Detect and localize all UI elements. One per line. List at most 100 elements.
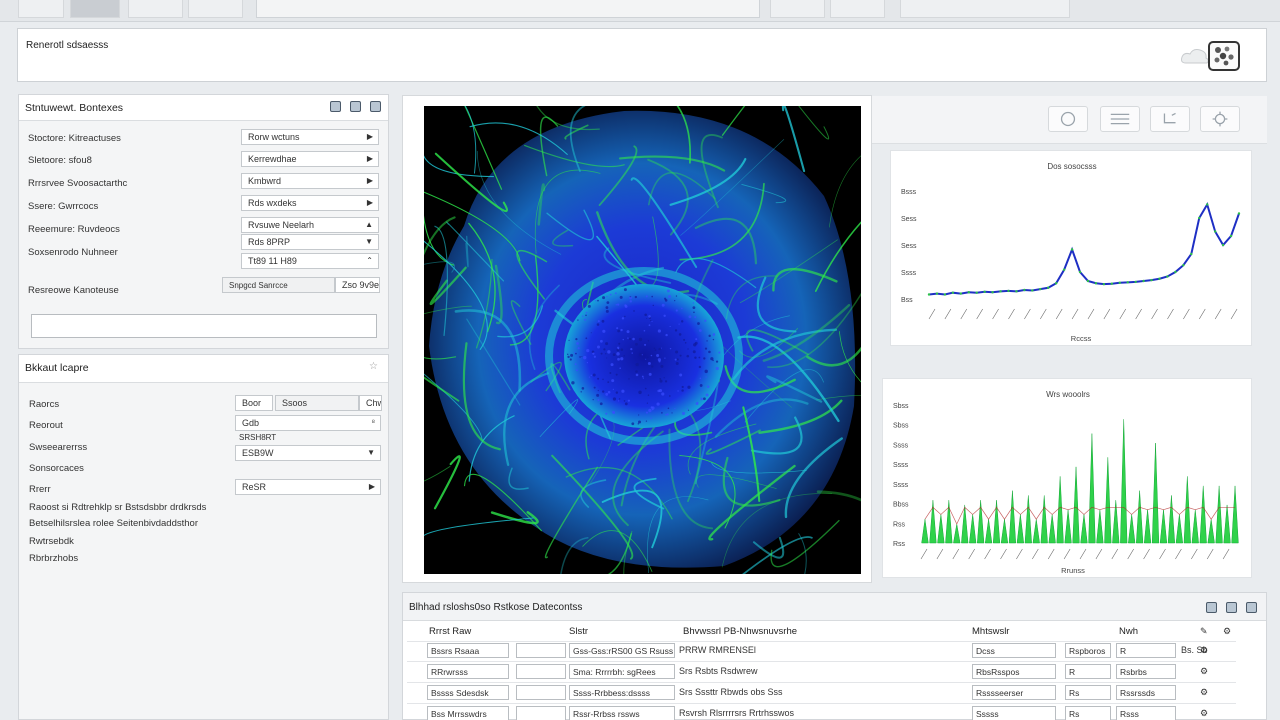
table-cell[interactable] [516, 706, 566, 720]
nucleus-speckle [675, 350, 679, 354]
row-action-icon[interactable]: ⚙ [1200, 666, 1208, 677]
setting-dropdown[interactable]: Rvsuwe Neelarh ▲ [241, 217, 379, 233]
setting-dropdown[interactable]: Kmbwrd ▶ [241, 173, 379, 189]
table-cell[interactable]: Ssss-Rrbbess:dssss [569, 685, 675, 700]
param-dropdown[interactable]: ReSR ▶ [235, 479, 381, 495]
line-point [1190, 252, 1193, 256]
table-cell[interactable]: Dcss [972, 643, 1056, 658]
table-cell[interactable]: Sma: Rrrrrbh: sgRees [569, 664, 675, 679]
toolbar-button-3[interactable] [128, 0, 183, 18]
x-tick-label [1016, 548, 1023, 560]
table-cell[interactable]: Rsbrbs [1116, 664, 1176, 679]
setting-dropdown[interactable]: Rds 8PRP ▼ [241, 234, 379, 250]
toolbar-button-4[interactable] [188, 0, 243, 18]
nucleus-speckle [614, 292, 617, 295]
param-dropdown[interactable]: ESB9W ▼ [235, 445, 381, 461]
table-filter-icon[interactable] [1206, 602, 1217, 613]
panel-window-icon[interactable] [350, 101, 361, 112]
table-cell[interactable]: Bssss Sdesdsk [427, 685, 509, 700]
toolbar-button-1[interactable] [18, 0, 64, 18]
toolbar-button-5[interactable] [770, 0, 825, 18]
notes-input[interactable] [31, 314, 377, 338]
table-cell[interactable] [516, 643, 566, 658]
line-point [1126, 281, 1129, 284]
param-field[interactable]: Boor [235, 395, 273, 411]
table-cell[interactable]: RbsRsspos [972, 664, 1056, 679]
column-header[interactable]: Rrrst Raw [429, 626, 471, 637]
nucleus-speckle [667, 407, 670, 410]
table-cell[interactable]: Rssrssds [1116, 685, 1176, 700]
toolbar-button-7[interactable] [900, 0, 1070, 18]
bar-chart[interactable]: Wrs wooolrsSssstrsbtssSbssSbssSsssSsssSs… [874, 379, 1253, 579]
param-field[interactable]: Gdb ⁸ [235, 415, 381, 431]
table-cell[interactable]: Rsss [1116, 706, 1176, 720]
table-cell[interactable]: Gss-Gss:rRS00 GS Rsuss [569, 643, 675, 658]
column-header[interactable]: Mhtswslr [972, 626, 1009, 637]
dropdown-arrow-icon: ▶ [366, 132, 373, 141]
column-header[interactable]: Bhvwssrl PB-Nhwsnuvsrhe [683, 626, 797, 637]
table-cell[interactable]: RRrwrsss [427, 664, 509, 679]
x-tick-label [1095, 548, 1103, 560]
column-header[interactable]: Slstr [569, 626, 588, 637]
nucleus-speckle [575, 369, 578, 372]
nucleus-speckle [659, 378, 662, 380]
nucleus-speckle [596, 323, 600, 326]
cells-app-icon[interactable] [1208, 41, 1240, 71]
table-cell[interactable]: Rs [1065, 685, 1111, 700]
table-cell[interactable]: Rsssseerser [972, 685, 1056, 700]
toolbar-button-6[interactable] [830, 0, 885, 18]
setting-slider-track[interactable]: Snpgcd Sanrcce [222, 277, 335, 293]
row-action-icon[interactable]: ⚙ [1200, 645, 1208, 656]
toolbar-button-2[interactable] [70, 0, 120, 18]
bar [1000, 519, 1009, 544]
row-action-icon[interactable]: ⚙ [1200, 708, 1208, 719]
settings-icon[interactable] [1200, 106, 1240, 132]
star-icon[interactable]: ☆ [369, 361, 378, 372]
panel-settings-icon[interactable] [370, 101, 381, 112]
param-value: SRSH8RT [239, 433, 277, 442]
nucleus-speckle [647, 356, 649, 358]
setting-label: Reeemure: Ruvdeocs [28, 224, 120, 235]
column-header[interactable]: Nwh [1119, 626, 1138, 637]
table-cell[interactable]: R [1116, 643, 1176, 658]
table-settings-icon[interactable] [1246, 602, 1257, 613]
table-refresh-icon[interactable] [1226, 602, 1237, 613]
setting-dropdown[interactable]: Rorw wctuns ▶ [241, 129, 379, 145]
param-field[interactable]: Ssoos [275, 395, 359, 411]
setting-spinner[interactable]: Tt89 11 H89 ⌃ [241, 253, 379, 269]
bar [937, 514, 945, 544]
row-action-icon[interactable]: ⚙ [1200, 687, 1208, 698]
table-cell[interactable]: R [1065, 664, 1111, 679]
table-cell[interactable]: Bssrs Rsaaa [427, 643, 509, 658]
nucleus-speckle [617, 303, 620, 306]
table-cell[interactable]: Rspboros [1065, 643, 1111, 658]
table-cell[interactable]: Rssr-Rrbss rssws [569, 706, 675, 720]
line-point [1198, 216, 1201, 220]
cloud-icon[interactable] [1180, 45, 1210, 67]
nucleus-speckle [602, 296, 606, 300]
chart-title: Wrs wooolrs [1046, 390, 1090, 399]
setting-dropdown[interactable]: Rds wxdeks ▶ [241, 195, 379, 211]
toolbar-search-input[interactable] [256, 0, 760, 18]
setting-value-field[interactable]: Zso 9v9e [335, 277, 380, 293]
line-chart[interactable]: Dos sosocsssSteeseratsenstbdsBsssSessSes… [882, 151, 1253, 347]
export-icon[interactable] [1150, 106, 1190, 132]
table-cell[interactable]: Sssss [972, 706, 1056, 720]
setting-dropdown[interactable]: Kerrewdhae ▶ [241, 151, 379, 167]
nucleus-speckle [605, 342, 609, 346]
table-cell[interactable] [516, 664, 566, 679]
cell-microscopy-image[interactable] [424, 106, 861, 574]
column-menu-icon[interactable]: ⚙ [1223, 626, 1231, 637]
table-cell[interactable]: Bss Mrrsswdrs [427, 706, 509, 720]
sort-icon[interactable]: ✎ [1200, 626, 1208, 637]
nucleus-speckle [644, 343, 647, 346]
list-icon[interactable] [1100, 106, 1140, 132]
nucleus-speckle [621, 317, 625, 320]
param-button[interactable]: Chw [359, 395, 382, 411]
nucleus-speckle [692, 302, 695, 304]
nucleus-speckle [704, 319, 707, 322]
table-cell[interactable] [516, 685, 566, 700]
refresh-icon[interactable] [1048, 106, 1088, 132]
table-cell[interactable]: Rs [1065, 706, 1111, 720]
panel-pin-icon[interactable] [330, 101, 341, 112]
